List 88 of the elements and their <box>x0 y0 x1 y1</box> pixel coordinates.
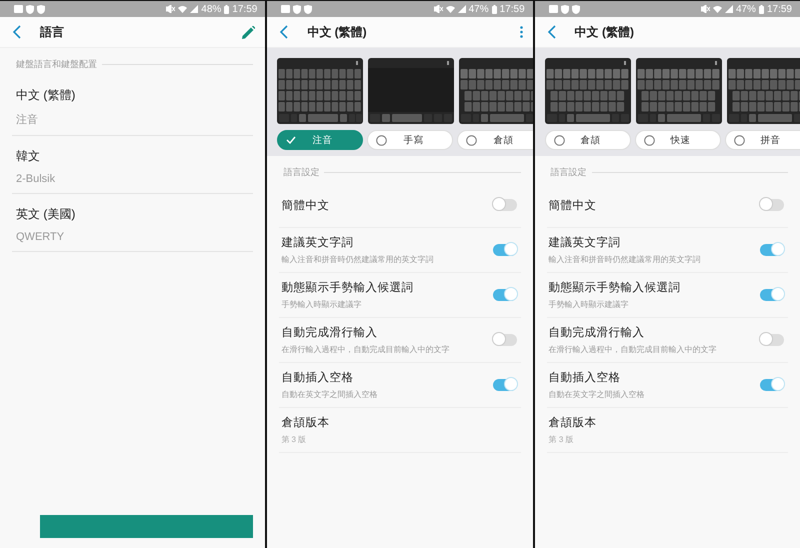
setting-title[interactable]: 動態顯示手勢輸入候選詞 <box>548 280 760 295</box>
layout-name: 2-Bulsik <box>16 173 56 185</box>
radio-icon <box>376 134 388 146</box>
mute-icon <box>166 5 176 13</box>
layout-option[interactable]: 注音 <box>277 130 364 150</box>
setting-title[interactable]: 簡體中文 <box>281 198 493 212</box>
radio-icon <box>734 134 745 146</box>
layout-option[interactable]: 手寫 <box>367 130 454 150</box>
image-icon <box>14 5 23 13</box>
setting-description: 自動在英文字之間插入空格 <box>548 389 646 400</box>
setting-title[interactable]: 自動插入空格 <box>548 370 760 385</box>
setting-description: 在滑行輸入過程中，自動完成目前輸入中的文字 <box>548 344 718 355</box>
layout-option[interactable]: 拼音 <box>724 130 800 150</box>
layout-name: QWERTY <box>16 231 66 243</box>
back-icon[interactable] <box>546 25 557 39</box>
back-icon[interactable] <box>12 25 22 39</box>
battery-percent: 47% <box>736 4 756 14</box>
setting-title[interactable]: 自動完成滑行輸入 <box>281 325 493 340</box>
pencil-icon[interactable] <box>242 26 256 38</box>
signal-icon <box>458 5 466 13</box>
keyboard-preview-drawing[interactable] <box>277 58 364 124</box>
toggle-switch[interactable] <box>760 379 784 391</box>
toggle-switch[interactable] <box>492 334 517 346</box>
mute-icon <box>434 5 443 13</box>
battery-icon <box>224 4 230 14</box>
toggle-switch[interactable] <box>760 334 784 346</box>
language-name[interactable]: 英文 (美國) <box>16 206 250 223</box>
setting-description: 手勢輸入時顯示建議字 <box>548 299 630 310</box>
screen-title: 中文 (繁體) <box>307 24 368 40</box>
radio-icon <box>554 134 565 146</box>
setting-description: 輸入注音和拼音時仍然建議常用的英文字詞 <box>281 254 434 265</box>
more-icon[interactable] <box>520 26 523 38</box>
check-icon <box>286 136 296 144</box>
setting-title[interactable]: 倉頡版本 <box>548 415 786 430</box>
clock: 17:59 <box>500 4 525 14</box>
setting-title[interactable]: 簡體中文 <box>548 198 760 212</box>
mute-icon <box>700 5 710 13</box>
toggle-switch[interactable] <box>760 199 784 211</box>
keyboard-preview-drawing[interactable] <box>459 58 533 124</box>
keyboard-preview-drawing[interactable] <box>368 58 454 124</box>
radio-icon <box>644 134 655 146</box>
screen-title: 語言 <box>40 24 65 40</box>
image-icon <box>548 5 558 13</box>
language-name[interactable]: 中文 (繁體) <box>16 87 250 104</box>
setting-title[interactable]: 自動完成滑行輸入 <box>548 325 760 340</box>
setting-title[interactable]: 動態顯示手勢輸入候選詞 <box>281 280 493 295</box>
toggle-switch[interactable] <box>492 199 517 211</box>
setting-description: 輸入注音和拼音時仍然建議常用的英文字詞 <box>548 254 702 265</box>
clock: 17:59 <box>766 4 792 14</box>
battery-icon <box>758 4 764 14</box>
wifi-icon <box>178 5 188 13</box>
setting-description: 自動在英文字之間插入空格 <box>281 389 378 400</box>
battery-percent: 47% <box>468 4 489 14</box>
layout-name: 注音 <box>16 112 39 127</box>
section-header: 語言設定 <box>550 166 587 179</box>
setting-title[interactable]: 自動插入空格 <box>281 370 493 385</box>
setting-description: 第 3 版 <box>548 434 575 445</box>
screen-title: 中文 (繁體) <box>574 24 635 40</box>
setting-description: 在滑行輸入過程中，自動完成目前輸入中的文字 <box>281 344 450 355</box>
wifi-icon <box>446 5 455 13</box>
layout-option[interactable]: 倉頡 <box>544 130 631 150</box>
setting-title[interactable]: 建議英文字詞 <box>281 235 493 250</box>
keyboard-preview-drawing[interactable] <box>636 58 722 124</box>
setting-title[interactable]: 建議英文字詞 <box>548 235 760 250</box>
back-icon[interactable] <box>279 25 290 39</box>
section-header: 語言設定 <box>283 166 320 179</box>
signal-icon <box>724 5 733 13</box>
setting-title[interactable]: 倉頡版本 <box>281 415 519 430</box>
signal-icon <box>190 5 198 13</box>
wifi-icon <box>712 5 722 13</box>
battery-icon <box>492 4 497 14</box>
clock: 17:59 <box>232 4 258 14</box>
section-header: 鍵盤語言和鍵盤配置 <box>16 58 97 71</box>
layout-option[interactable]: 快速 <box>634 130 721 150</box>
layout-option[interactable]: 倉頡 <box>457 130 533 150</box>
image-icon <box>281 5 290 13</box>
setting-description: 手勢輸入時顯示建議字 <box>281 299 362 310</box>
battery-percent: 48% <box>201 4 222 14</box>
setting-description: 第 3 版 <box>281 434 308 445</box>
radio-icon <box>466 134 478 146</box>
toggle-switch[interactable] <box>492 244 517 256</box>
toggle-switch[interactable] <box>760 244 784 256</box>
toggle-switch[interactable] <box>492 289 517 301</box>
toggle-switch[interactable] <box>760 289 784 301</box>
toggle-switch[interactable] <box>492 379 517 391</box>
language-name[interactable]: 韓文 <box>16 148 250 165</box>
keyboard-preview-drawing[interactable] <box>726 58 800 124</box>
keyboard-preview-drawing[interactable] <box>544 58 631 124</box>
